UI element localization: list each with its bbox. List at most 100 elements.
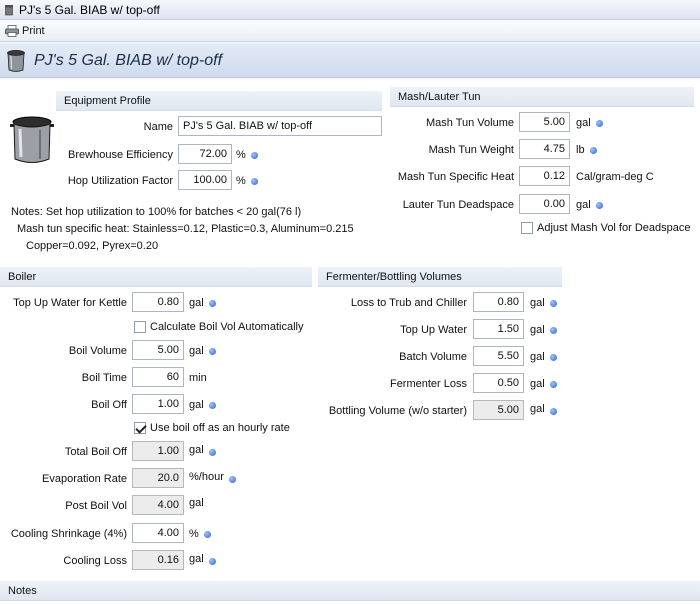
checkbox-label: Calculate Boil Vol Automatically <box>150 321 304 333</box>
hop-util-unit: % <box>236 175 258 187</box>
unit-text: gal <box>189 552 204 565</box>
section-label: Mash/Lauter Tun <box>398 90 481 103</box>
unit-text: lb <box>576 144 585 156</box>
evap-rate-unit: %/hour <box>189 470 236 483</box>
unit-text: Cal/gram-deg C <box>576 171 654 183</box>
info-icon[interactable] <box>595 119 603 127</box>
unit-text: gal <box>189 399 204 411</box>
unit-text: %/hour <box>189 470 224 483</box>
unit-text: gal <box>189 345 204 357</box>
boil-off-input[interactable]: 1.00 <box>132 394 184 414</box>
unit-text: gal <box>189 443 204 456</box>
info-icon[interactable] <box>549 408 557 415</box>
fermenter-loss-input[interactable]: 0.50 <box>473 373 524 393</box>
batch-volume-input[interactable]: 5.50 <box>473 346 524 366</box>
info-icon[interactable] <box>208 449 216 456</box>
fermenter-loss-label: Fermenter Loss <box>389 378 467 390</box>
unit-text: gal <box>530 351 545 363</box>
boiler-topup-label: Top Up Water for Kettle <box>13 297 127 309</box>
cooling-shrinkage-label: Cooling Shrinkage (4%) <box>10 528 127 540</box>
info-icon[interactable] <box>208 347 216 355</box>
unit-text: % <box>189 528 199 540</box>
unit-text: gal <box>530 297 545 309</box>
equipment-note: Copper=0.092, Pyrex=0.20 <box>26 240 159 252</box>
cooling-loss-value: 0.16 <box>132 550 184 570</box>
total-boil-off-label: Total Boil Off <box>64 446 127 458</box>
boil-volume-input[interactable]: 5.00 <box>132 340 184 360</box>
mash-volume-label: Mash Tun Volume <box>425 117 514 129</box>
toolbar: Print <box>0 20 700 42</box>
batch-volume-unit: gal <box>530 351 557 363</box>
bottling-volume-unit: gal <box>530 403 557 415</box>
page-title: PJ's 5 Gal. BIAB w/ top-off <box>34 51 223 69</box>
boiler-header: Boiler <box>0 267 312 287</box>
document-header: PJ's 5 Gal. BIAB w/ top-off <box>0 44 700 78</box>
efficiency-label: Brewhouse Efficiency <box>68 149 173 161</box>
info-icon[interactable] <box>203 530 211 538</box>
trub-loss-input[interactable]: 0.80 <box>473 292 524 312</box>
unit-text: gal <box>530 378 545 390</box>
name-input[interactable]: PJ's 5 Gal. BIAB w/ top-off <box>178 116 382 136</box>
cooling-shrinkage-input[interactable]: 4.00 <box>132 523 184 543</box>
mash-weight-input[interactable]: 4.75 <box>519 139 570 159</box>
boil-time-input[interactable]: 60 <box>132 367 184 387</box>
trub-loss-unit: gal <box>530 297 557 309</box>
checkbox-box[interactable] <box>521 222 533 234</box>
unit-text: gal <box>189 497 204 509</box>
name-label: Name <box>143 121 173 133</box>
info-icon[interactable] <box>549 353 557 361</box>
equipment-note: Notes: Set hop utilization to 100% for b… <box>11 206 302 218</box>
hourly-rate-checkbox[interactable]: Use boil off as an hourly rate <box>134 422 290 434</box>
post-boil-value: 4.00 <box>132 495 184 515</box>
total-boil-off-value: 1.00 <box>132 441 184 461</box>
printer-icon <box>5 24 19 37</box>
hop-util-input[interactable]: 100.00 <box>178 170 232 190</box>
section-label: Boiler <box>8 270 37 283</box>
ferm-topup-label: Top Up Water <box>400 324 467 336</box>
kettle-icon <box>5 4 13 15</box>
section-label: Fermenter/Bottling Volumes <box>326 270 462 283</box>
unit-text: gal <box>189 297 204 309</box>
window-title: PJ's 5 Gal. BIAB w/ top-off <box>19 2 160 17</box>
section-label: Equipment Profile <box>64 94 151 107</box>
equipment-panel: Equipment Profile Name PJ's 5 Gal. BIAB … <box>0 79 700 604</box>
fermenter-header: Fermenter/Bottling Volumes <box>318 267 562 287</box>
deadspace-input[interactable]: 0.00 <box>519 194 570 214</box>
info-icon[interactable] <box>549 380 557 388</box>
info-icon[interactable] <box>208 558 216 565</box>
mash-heat-label: Mash Tun Specific Heat <box>397 171 514 183</box>
info-icon[interactable] <box>589 146 597 154</box>
boil-off-label: Boil Off <box>91 399 127 411</box>
unit-text: gal <box>530 403 545 415</box>
checkbox-box[interactable] <box>134 321 146 333</box>
info-icon[interactable] <box>595 201 603 209</box>
info-icon[interactable] <box>250 177 258 185</box>
info-icon[interactable] <box>208 401 216 409</box>
cooling-loss-label: Cooling Loss <box>63 555 127 567</box>
mash-volume-unit: gal <box>576 117 603 129</box>
bottling-volume-value: 5.00 <box>473 400 524 420</box>
info-icon[interactable] <box>208 299 216 307</box>
boil-volume-label: Boil Volume <box>68 345 127 357</box>
unit-text: min <box>189 372 207 384</box>
mash-heat-input[interactable]: 0.12 <box>519 166 570 186</box>
ferm-topup-input[interactable]: 1.50 <box>473 319 524 339</box>
info-icon[interactable] <box>549 326 557 334</box>
info-icon[interactable] <box>228 476 236 483</box>
checkbox-box[interactable] <box>134 422 146 434</box>
kettle-icon <box>10 116 54 163</box>
calc-boil-vol-checkbox[interactable]: Calculate Boil Vol Automatically <box>134 321 303 333</box>
equipment-note: Mash tun specific heat: Stainless=0.12, … <box>17 223 354 235</box>
trub-loss-label: Loss to Trub and Chiller <box>350 297 467 309</box>
print-label: Print <box>22 24 45 37</box>
adjust-deadspace-checkbox[interactable]: Adjust Mash Vol for Deadspace <box>521 222 690 234</box>
info-icon[interactable] <box>549 299 557 307</box>
boiler-topup-input[interactable]: 0.80 <box>132 292 184 312</box>
efficiency-input[interactable]: 72.00 <box>178 144 232 164</box>
print-button[interactable]: Print <box>5 25 45 37</box>
deadspace-unit: gal <box>576 199 603 211</box>
mash-volume-input[interactable]: 5.00 <box>519 112 570 132</box>
total-boil-off-unit: gal <box>189 443 216 456</box>
info-icon[interactable] <box>250 151 258 159</box>
deadspace-label: Lauter Tun Deadspace <box>402 199 514 211</box>
